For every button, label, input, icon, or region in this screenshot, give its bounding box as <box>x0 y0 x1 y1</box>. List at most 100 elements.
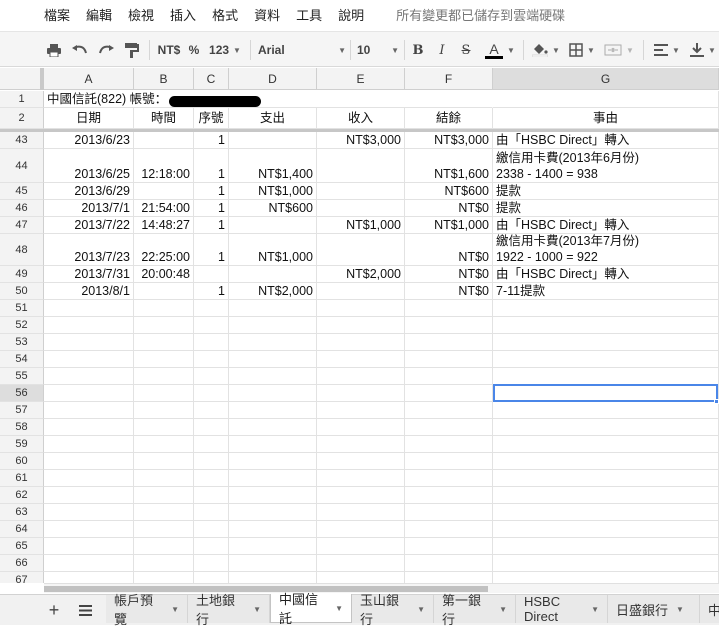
reason-cell[interactable]: 由「HSBC Direct」轉入 <box>493 217 719 234</box>
expense-cell[interactable]: NT$1,000 <box>229 183 317 200</box>
expense-cell[interactable]: NT$600 <box>229 200 317 217</box>
row-header[interactable]: 46 <box>0 200 44 217</box>
reason-cell[interactable] <box>493 572 719 583</box>
scrollbar-thumb[interactable] <box>44 586 488 592</box>
time-cell[interactable] <box>134 453 194 470</box>
time-cell[interactable] <box>134 183 194 200</box>
seq-cell[interactable] <box>194 266 229 283</box>
sheet-tab[interactable]: 玉山銀行 ▼ <box>352 593 434 627</box>
header-cell-income[interactable]: 收入 <box>317 108 405 129</box>
balance-cell[interactable]: NT$1,600 <box>405 149 493 183</box>
reason-cell[interactable]: 由「HSBC Direct」轉入 <box>493 266 719 283</box>
row-header[interactable]: 47 <box>0 217 44 234</box>
income-cell[interactable] <box>317 504 405 521</box>
date-cell[interactable] <box>44 436 134 453</box>
sheet-tab[interactable]: HSBC Direct ▼ <box>516 594 608 624</box>
row-header[interactable]: 58 <box>0 419 44 436</box>
chevron-down-icon[interactable]: ▼ <box>591 605 599 614</box>
seq-cell[interactable] <box>194 300 229 317</box>
expense-cell[interactable] <box>229 555 317 572</box>
balance-cell[interactable] <box>405 419 493 436</box>
income-cell[interactable] <box>317 385 405 402</box>
add-sheet-icon[interactable]: + <box>44 600 64 620</box>
seq-cell[interactable] <box>194 555 229 572</box>
sheet-tab[interactable]: 日盛銀行 ▼ <box>608 595 700 623</box>
strikethrough-button[interactable]: S <box>458 38 474 62</box>
reason-cell[interactable] <box>493 351 719 368</box>
seq-cell[interactable] <box>194 317 229 334</box>
time-cell[interactable] <box>134 521 194 538</box>
seq-cell[interactable]: 1 <box>194 149 229 183</box>
time-cell[interactable] <box>134 487 194 504</box>
income-cell[interactable]: NT$1,000 <box>317 217 405 234</box>
font-size-dropdown[interactable]: 10 ▼ <box>357 38 399 62</box>
expense-cell[interactable] <box>229 317 317 334</box>
date-cell[interactable] <box>44 487 134 504</box>
column-header-a[interactable]: A <box>44 68 134 90</box>
seq-cell[interactable] <box>194 334 229 351</box>
time-cell[interactable] <box>134 283 194 300</box>
time-cell[interactable] <box>134 402 194 419</box>
row-header[interactable]: 43 <box>0 132 44 149</box>
expense-cell[interactable] <box>229 521 317 538</box>
reason-cell[interactable] <box>493 436 719 453</box>
time-cell[interactable] <box>134 470 194 487</box>
sheet-tab[interactable]: 中 <box>700 595 719 623</box>
income-cell[interactable] <box>317 200 405 217</box>
select-all-corner[interactable] <box>0 68 44 90</box>
time-cell[interactable] <box>134 504 194 521</box>
row-header[interactable]: 51 <box>0 300 44 317</box>
expense-cell[interactable] <box>229 504 317 521</box>
reason-cell[interactable]: 提款 <box>493 183 719 200</box>
row-header[interactable]: 66 <box>0 555 44 572</box>
bold-button[interactable]: B <box>410 38 426 62</box>
row-header[interactable]: 61 <box>0 470 44 487</box>
income-cell[interactable] <box>317 487 405 504</box>
date-cell[interactable] <box>44 504 134 521</box>
reason-cell[interactable] <box>493 504 719 521</box>
reason-cell[interactable] <box>493 402 719 419</box>
balance-cell[interactable] <box>405 453 493 470</box>
expense-cell[interactable] <box>229 217 317 234</box>
expense-cell[interactable] <box>229 132 317 149</box>
spreadsheet-grid[interactable]: A B C D E F G 1 中國信託(822) 帳號： 2 日期 時間 序號… <box>0 68 719 583</box>
reason-cell[interactable] <box>493 487 719 504</box>
balance-cell[interactable] <box>405 351 493 368</box>
time-cell[interactable] <box>134 419 194 436</box>
income-cell[interactable] <box>317 351 405 368</box>
date-cell[interactable]: 2013/7/23 <box>44 234 134 266</box>
header-cell-expense[interactable]: 支出 <box>229 108 317 129</box>
time-cell[interactable] <box>134 572 194 583</box>
time-cell[interactable] <box>134 436 194 453</box>
income-cell[interactable] <box>317 453 405 470</box>
row-header[interactable]: 59 <box>0 436 44 453</box>
seq-cell[interactable]: 1 <box>194 217 229 234</box>
date-cell[interactable] <box>44 538 134 555</box>
reason-cell[interactable]: 提款 <box>493 200 719 217</box>
currency-format-button[interactable]: NT$ <box>156 38 182 62</box>
column-header-g[interactable]: G <box>493 68 719 90</box>
menu-help[interactable]: 說明 <box>338 5 364 24</box>
income-cell[interactable] <box>317 470 405 487</box>
time-cell[interactable] <box>134 300 194 317</box>
all-sheets-icon[interactable] <box>75 600 95 620</box>
balance-cell[interactable] <box>405 300 493 317</box>
income-cell[interactable] <box>317 538 405 555</box>
balance-cell[interactable] <box>405 385 493 402</box>
income-cell[interactable] <box>317 334 405 351</box>
seq-cell[interactable] <box>194 521 229 538</box>
grid-cell[interactable] <box>493 91 719 108</box>
expense-cell[interactable] <box>229 368 317 385</box>
menu-data[interactable]: 資料 <box>254 5 280 24</box>
date-cell[interactable] <box>44 385 134 402</box>
chevron-down-icon[interactable]: ▼ <box>417 605 425 614</box>
date-cell[interactable] <box>44 334 134 351</box>
time-cell[interactable]: 14:48:27 <box>134 217 194 234</box>
reason-cell[interactable]: 繳信用卡費(2013年6月份) 2338 - 1400 = 938 <box>493 149 719 183</box>
horizontal-align-button[interactable]: ▼ <box>652 38 682 62</box>
reason-cell[interactable] <box>493 334 719 351</box>
income-cell[interactable] <box>317 368 405 385</box>
time-cell[interactable] <box>134 555 194 572</box>
balance-cell[interactable] <box>405 470 493 487</box>
seq-cell[interactable] <box>194 402 229 419</box>
